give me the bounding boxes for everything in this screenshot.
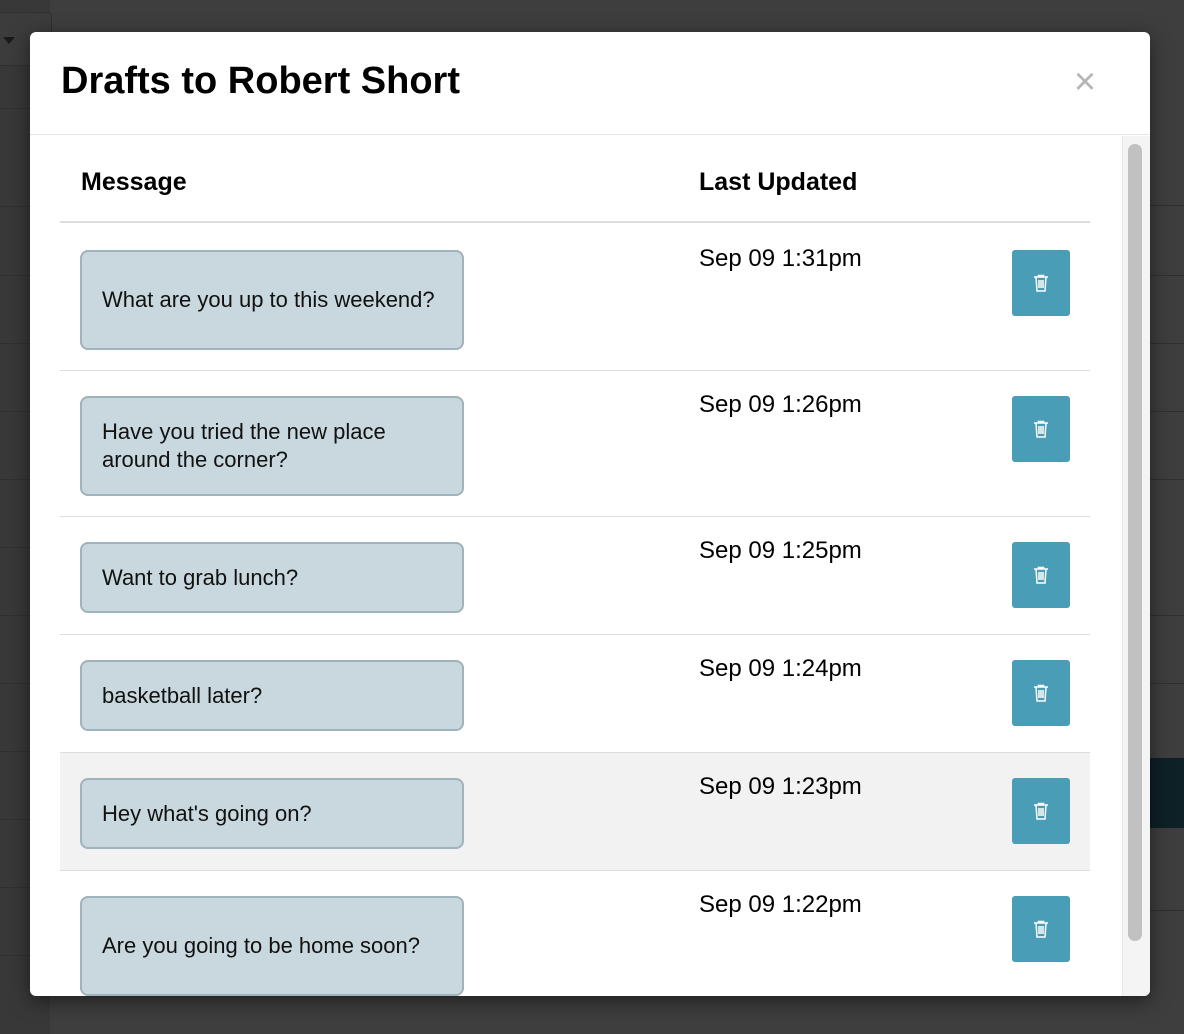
modal-header: Drafts to Robert Short × [30,32,1150,135]
draft-row: Are you going to be home soon? Sep 09 1:… [60,871,1090,996]
modal-title: Drafts to Robert Short [61,60,460,102]
trash-icon [1034,420,1048,438]
draft-message-bubble[interactable]: Are you going to be home soon? [80,896,464,996]
close-icon[interactable]: × [1070,62,1100,102]
trash-icon [1034,684,1048,702]
trash-icon [1034,274,1048,292]
draft-message-bubble[interactable]: Want to grab lunch? [80,542,464,613]
draft-row: Hey what's going on? Sep 09 1:23pm [60,753,1090,871]
draft-row: basketball later? Sep 09 1:24pm [60,635,1090,753]
draft-row: Have you tried the new place around the … [60,371,1090,517]
draft-last-updated: Sep 09 1:22pm [699,891,862,918]
trash-icon [1034,920,1048,938]
draft-message-bubble[interactable]: basketball later? [80,660,464,731]
drafts-modal: Drafts to Robert Short × Message Last Up… [30,32,1150,996]
draft-row: Want to grab lunch? Sep 09 1:25pm [60,517,1090,635]
scrollbar-thumb[interactable] [1128,144,1142,941]
column-header-message: Message [81,168,187,196]
draft-row: What are you up to this weekend? Sep 09 … [60,225,1090,371]
trash-icon [1034,566,1048,584]
delete-draft-button[interactable] [1012,542,1070,608]
draft-last-updated: Sep 09 1:31pm [699,245,862,272]
draft-last-updated: Sep 09 1:25pm [699,537,862,564]
modal-body: Message Last Updated What are you up to … [30,136,1150,996]
column-header-last-updated: Last Updated [699,168,858,196]
draft-last-updated: Sep 09 1:26pm [699,391,862,418]
draft-message-bubble[interactable]: Have you tried the new place around the … [80,396,464,496]
delete-draft-button[interactable] [1012,250,1070,316]
table-header: Message Last Updated [60,136,1090,223]
draft-last-updated: Sep 09 1:24pm [699,655,862,682]
delete-draft-button[interactable] [1012,896,1070,962]
delete-draft-button[interactable] [1012,778,1070,844]
delete-draft-button[interactable] [1012,660,1070,726]
draft-last-updated: Sep 09 1:23pm [699,773,862,800]
delete-draft-button[interactable] [1012,396,1070,462]
draft-message-bubble[interactable]: What are you up to this weekend? [80,250,464,350]
draft-message-bubble[interactable]: Hey what's going on? [80,778,464,849]
trash-icon [1034,802,1048,820]
